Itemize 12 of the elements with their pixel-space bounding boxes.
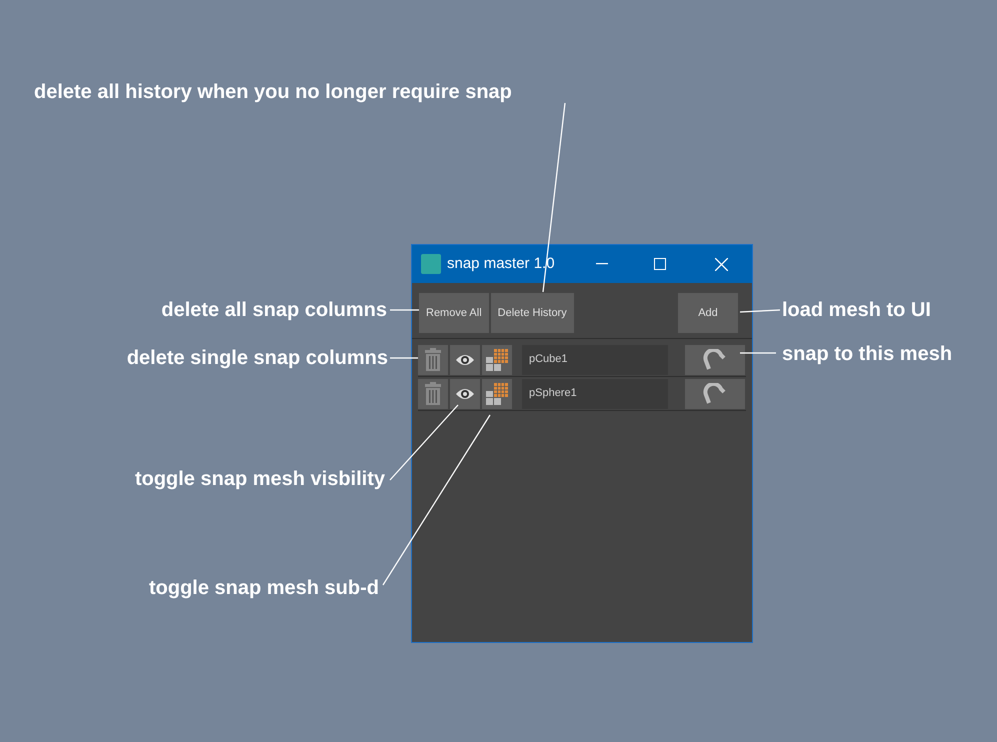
annotation-label: toggle snap mesh sub-d	[148, 576, 379, 600]
add-button[interactable]: Add	[678, 293, 738, 333]
annotation-label: delete all history when you no longer require snap	[34, 80, 512, 104]
annotation-label: toggle snap mesh visbility	[134, 467, 385, 491]
mesh-name-field[interactable]: pCube1	[522, 344, 668, 374]
toolbar-button[interactable]: Delete History	[490, 293, 574, 333]
annotation-label: delete single snap columns	[126, 346, 388, 370]
annotation-label: load mesh to UI	[782, 298, 931, 322]
mesh-name-field[interactable]: pSphere1	[522, 378, 668, 408]
annotation-label: delete all snap columns	[161, 298, 387, 322]
annotation-label: snap to this mesh	[782, 342, 952, 366]
toolbar-button[interactable]: Remove All	[419, 293, 489, 333]
